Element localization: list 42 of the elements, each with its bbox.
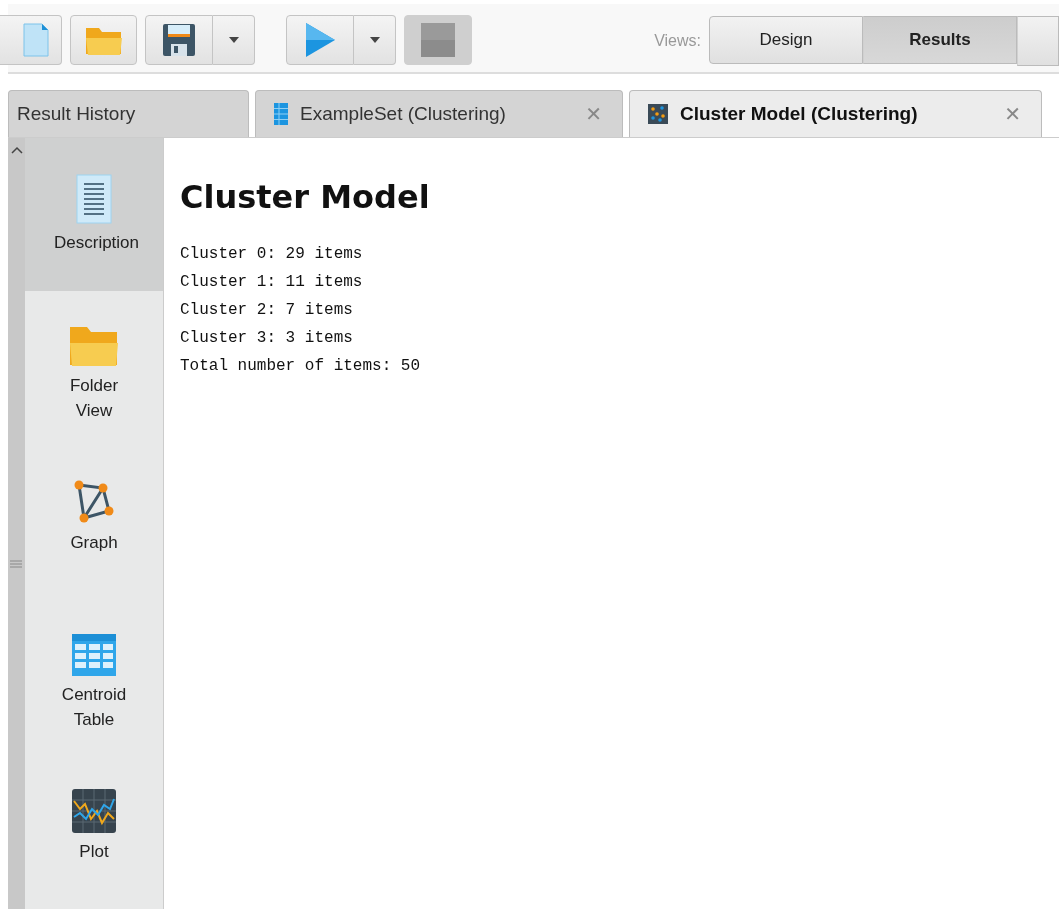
cluster-count-line: Cluster 3: 3 items (180, 328, 354, 349)
document-icon (21, 22, 50, 58)
view-button[interactable]: Results (863, 16, 1017, 64)
tab-label: ExampleSet (Clustering) (300, 103, 507, 125)
line-plot-icon (72, 788, 116, 833)
sidebar-item[interactable]: Description (25, 138, 163, 292)
view-button[interactable]: Design (709, 16, 863, 64)
stop-icon (421, 23, 455, 57)
new-file-button[interactable] (0, 15, 62, 65)
tab[interactable]: Result History (8, 90, 249, 137)
tab-label: Result History (17, 103, 137, 125)
open-button[interactable] (70, 15, 137, 65)
scroll-up-icon[interactable] (10, 146, 23, 154)
sidebar-item[interactable]: Centroid Table (25, 600, 163, 755)
tab[interactable]: Cluster Model (Clustering) ✕ (629, 90, 1042, 137)
cluster-count-line: Total number of items: 50 (180, 356, 422, 377)
views-label: Views: (654, 32, 701, 50)
folder-icon (69, 325, 119, 368)
run-button[interactable] (286, 15, 354, 65)
play-icon (304, 22, 336, 58)
sidebar-item[interactable]: Plot (25, 754, 163, 909)
page-title: Cluster Model (180, 178, 431, 216)
tab-label: Cluster Model (Clustering) (680, 103, 919, 125)
cluster-count-line: Cluster 1: 11 items (180, 272, 364, 293)
table-icon (72, 634, 116, 677)
sidebar-item[interactable]: Graph (25, 445, 163, 601)
table-icon (274, 103, 288, 125)
stop-button[interactable] (404, 15, 472, 65)
sidebar-item[interactable]: Folder View (25, 291, 163, 446)
save-button[interactable] (145, 15, 213, 65)
graph-icon (72, 479, 116, 524)
caret-icon (227, 36, 240, 44)
cluster-count-line: Cluster 2: 7 items (180, 300, 354, 321)
document-icon (76, 174, 112, 224)
caret-icon (368, 36, 381, 44)
tab[interactable]: ExampleSet (Clustering) ✕ (255, 90, 623, 137)
save-menu-button[interactable] (213, 15, 255, 65)
grip-icon[interactable] (10, 560, 22, 568)
view-button[interactable] (1017, 16, 1059, 66)
cluster-count-line: Cluster 0: 29 items (180, 244, 364, 265)
cluster-icon (648, 104, 668, 124)
run-menu-button[interactable] (354, 15, 396, 65)
